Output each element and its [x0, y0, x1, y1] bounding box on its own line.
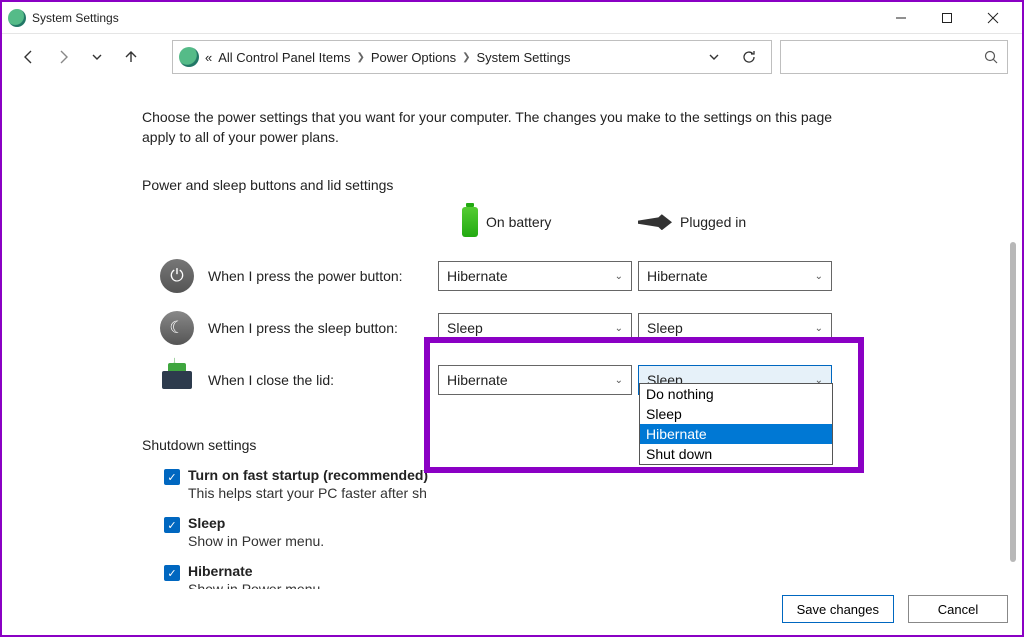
plug-icon: [638, 214, 672, 230]
power-button-icon: ⏻: [160, 259, 194, 293]
minimize-icon: [895, 12, 907, 24]
chevron-right-icon: ❯: [462, 52, 470, 63]
up-button[interactable]: [118, 44, 144, 70]
breadcrumb-item[interactable]: Power Options❯: [371, 50, 471, 65]
column-head-battery: On battery: [438, 207, 638, 237]
breadcrumb-item[interactable]: All Control Panel Items❯: [218, 50, 365, 65]
address-dropdown-button[interactable]: [701, 44, 727, 70]
breadcrumb-item[interactable]: System Settings: [477, 50, 571, 65]
chevron-down-icon: [91, 51, 103, 63]
battery-icon: [462, 207, 478, 237]
up-arrow-icon: [123, 49, 139, 65]
check-label: Hibernate: [188, 563, 253, 579]
navbar: « All Control Panel Items❯ Power Options…: [2, 34, 1022, 80]
page-description: Choose the power settings that you want …: [142, 108, 842, 147]
dropdown-option[interactable]: Shut down: [640, 444, 832, 464]
row-label: When I press the power button:: [208, 268, 403, 284]
dropdown-option-selected[interactable]: Hibernate: [640, 424, 832, 444]
maximize-button[interactable]: [924, 3, 970, 33]
minimize-button[interactable]: [878, 3, 924, 33]
dropdown-option[interactable]: Do nothing: [640, 384, 832, 404]
checkbox-checked-icon: ✓: [164, 517, 180, 533]
section-head-buttons: Power and sleep buttons and lid settings: [142, 177, 1002, 193]
row-label: When I press the sleep button:: [208, 320, 398, 336]
row-label: When I close the lid:: [208, 372, 334, 388]
scrollbar-track[interactable]: [1008, 82, 1018, 585]
save-changes-button[interactable]: Save changes: [782, 595, 894, 623]
chevron-down-icon: ⌄: [815, 271, 823, 282]
check-hibernate[interactable]: ✓ Hibernate Show in Power menu.: [164, 563, 1002, 589]
check-sub: Show in Power menu.: [188, 581, 324, 589]
back-arrow-icon: [21, 49, 37, 65]
search-icon: [984, 50, 999, 65]
select-lid-battery[interactable]: Hibernate⌄: [438, 365, 632, 395]
shutdown-section: Shutdown settings ✓ Turn on fast startup…: [142, 437, 1002, 589]
select-power-plugged[interactable]: Hibernate⌄: [638, 261, 832, 291]
refresh-button[interactable]: [733, 49, 765, 65]
titlebar: System Settings: [2, 2, 1022, 34]
check-label: Turn on fast startup (recommended): [188, 467, 428, 483]
address-app-icon: [179, 47, 199, 67]
check-label: Sleep: [188, 515, 225, 531]
row-sleep-button: ☾ When I press the sleep button: Sleep⌄ …: [142, 311, 1002, 345]
refresh-icon: [741, 49, 757, 65]
checkbox-checked-icon: ✓: [164, 565, 180, 581]
check-sleep[interactable]: ✓ Sleep Show in Power menu.: [164, 515, 1002, 549]
dropdown-option[interactable]: Sleep: [640, 404, 832, 424]
select-sleep-battery[interactable]: Sleep⌄: [438, 313, 632, 343]
maximize-icon: [941, 12, 953, 24]
dropdown-lid-plugged-list[interactable]: Do nothing Sleep Hibernate Shut down: [639, 383, 833, 465]
chevron-down-icon: ⌄: [615, 375, 623, 386]
breadcrumb-prefix: «: [205, 50, 212, 65]
forward-button[interactable]: [50, 44, 76, 70]
cancel-button[interactable]: Cancel: [908, 595, 1008, 623]
forward-arrow-icon: [55, 49, 71, 65]
select-power-battery[interactable]: Hibernate⌄: [438, 261, 632, 291]
lid-icon: [160, 363, 194, 397]
select-sleep-plugged[interactable]: Sleep⌄: [638, 313, 832, 343]
chevron-down-icon: [708, 51, 720, 63]
close-button[interactable]: [970, 3, 1016, 33]
back-button[interactable]: [16, 44, 42, 70]
search-box[interactable]: [780, 40, 1008, 74]
chevron-down-icon: ⌄: [615, 271, 623, 282]
app-icon: [8, 9, 26, 27]
check-sub: Show in Power menu.: [188, 533, 324, 549]
window-title: System Settings: [32, 11, 119, 25]
row-close-lid: When I close the lid: Hibernate⌄ Sleep⌄: [142, 363, 1002, 397]
chevron-right-icon: ❯: [356, 52, 364, 63]
chevron-down-icon: ⌄: [815, 323, 823, 334]
check-sub: This helps start your PC faster after sh: [188, 485, 428, 501]
sleep-button-icon: ☾: [160, 311, 194, 345]
row-power-button: ⏻ When I press the power button: Hiberna…: [142, 259, 1002, 293]
chevron-down-icon: ⌄: [615, 323, 623, 334]
footer-buttons: Save changes Cancel: [782, 591, 1008, 627]
checkbox-checked-icon: ✓: [164, 469, 180, 485]
history-dropdown-button[interactable]: [84, 44, 110, 70]
check-fast-startup[interactable]: ✓ Turn on fast startup (recommended) Thi…: [164, 467, 1002, 501]
address-bar[interactable]: « All Control Panel Items❯ Power Options…: [172, 40, 772, 74]
column-head-plugged: Plugged in: [638, 214, 838, 230]
content-area: Choose the power settings that you want …: [2, 82, 1022, 589]
close-icon: [987, 12, 999, 24]
scrollbar-thumb[interactable]: [1010, 242, 1016, 562]
column-headers: On battery Plugged in: [438, 207, 1002, 237]
section-head-shutdown: Shutdown settings: [142, 437, 1002, 453]
